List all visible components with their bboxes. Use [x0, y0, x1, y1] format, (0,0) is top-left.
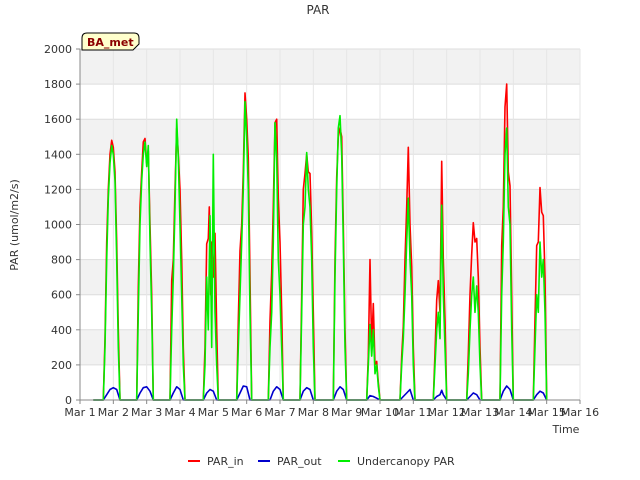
legend-label: PAR_out	[277, 455, 322, 468]
x-tick-label: Mar 4	[164, 406, 195, 419]
y-tick-label: 1200	[44, 183, 72, 196]
y-tick-label: 200	[51, 359, 72, 372]
grid-band	[80, 49, 580, 85]
x-axis-title: Time	[552, 423, 580, 436]
badge-label: BA_met	[87, 36, 134, 49]
legend: PAR_in PAR_out Undercanopy PAR	[188, 455, 455, 468]
legend-label: Undercanopy PAR	[357, 455, 455, 468]
y-axis-title: PAR (umol/m2/s)	[8, 179, 21, 271]
y-tick-label: 800	[51, 254, 72, 267]
x-tick-label: Mar 3	[131, 406, 162, 419]
x-tick-label: Mar 8	[298, 406, 329, 419]
y-tick-label: 1600	[44, 113, 72, 126]
y-tick-label: 2000	[44, 43, 72, 56]
x-tick-label: Mar 1	[64, 406, 95, 419]
par-chart: 0200400600800100012001400160018002000 Ma…	[0, 0, 640, 480]
legend-label: PAR_in	[207, 455, 244, 468]
x-tick-label: Mar 16	[561, 406, 599, 419]
grid-band	[80, 329, 580, 365]
y-tick-label: 600	[51, 289, 72, 302]
grid-band	[80, 259, 580, 295]
y-tick-label: 1800	[44, 78, 72, 91]
site-badge: BA_met	[81, 32, 140, 51]
chart-title: PAR	[306, 3, 329, 17]
x-tick-label: Mar 2	[98, 406, 129, 419]
x-tick-label: Mar 6	[231, 406, 262, 419]
y-tick-label: 1000	[44, 219, 72, 232]
y-tick-label: 1400	[44, 148, 72, 161]
y-tick-label: 400	[51, 324, 72, 337]
x-tick-label: Mar 5	[198, 406, 229, 419]
x-tick-label: Mar 9	[331, 406, 362, 419]
x-tick-label: Mar 7	[264, 406, 295, 419]
